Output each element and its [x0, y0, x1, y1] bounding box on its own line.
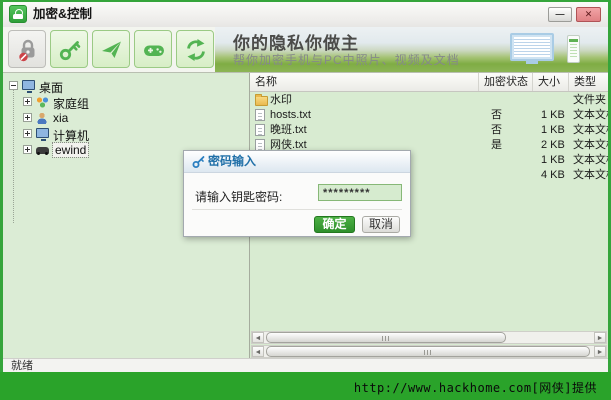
tree-connector-line: [13, 87, 14, 223]
scroll-left-icon[interactable]: ◄: [252, 332, 264, 343]
file-row[interactable]: 水印 文件夹: [250, 93, 608, 108]
cancel-button[interactable]: 取消: [362, 216, 400, 233]
panel-horizontal-scrollbar[interactable]: ◄ ►: [251, 345, 607, 358]
window-title: 加密&控制: [33, 2, 92, 27]
column-header-name[interactable]: 名称: [250, 73, 479, 91]
expand-icon[interactable]: [23, 97, 32, 106]
car-icon: [36, 147, 49, 154]
file-name: hosts.txt: [270, 108, 476, 123]
password-input[interactable]: [318, 184, 402, 201]
close-icon: ✕: [585, 9, 593, 19]
dialog-separator: [192, 209, 402, 210]
dialog-title: 密码输入: [208, 151, 256, 172]
text-file-icon: [255, 109, 265, 121]
list-header: 名称 加密状态 大小 类型: [250, 73, 608, 92]
tree-item-label[interactable]: ewind: [53, 143, 88, 157]
phone-illustration-icon: [567, 35, 580, 63]
file-row[interactable]: 晚班.txt 否 1 KB 文本文档: [250, 123, 608, 138]
refresh-icon: [184, 38, 208, 62]
password-label: 请输入钥匙密码:: [195, 188, 282, 205]
column-header-status[interactable]: 加密状态: [479, 73, 533, 91]
status-text: 就绪: [11, 360, 33, 372]
expand-icon[interactable]: [23, 113, 32, 122]
dialog-title-bar[interactable]: 密码输入: [184, 151, 410, 173]
file-type: 文本文档: [573, 138, 608, 153]
monitor-icon: [22, 80, 35, 90]
user-icon: [36, 112, 49, 124]
promo-banner: 你的隐私你做主 帮你加密手机与PC中照片、视频及文档: [215, 27, 608, 72]
file-status: [491, 153, 531, 168]
file-type: 文本文档: [573, 123, 608, 138]
list-horizontal-scrollbar[interactable]: ◄ ►: [251, 331, 607, 344]
file-size: 1 KB: [541, 123, 571, 138]
tree-item-label[interactable]: xia: [53, 111, 68, 125]
computer-icon: [36, 128, 49, 138]
app-logo-icon: [9, 5, 27, 23]
column-header-type[interactable]: 类型: [569, 73, 608, 91]
text-file-icon: [255, 124, 265, 136]
footer-bar: http://www.hackhome.com[网侠]提供: [0, 372, 611, 400]
file-type: 文本文档: [573, 108, 608, 123]
expand-icon[interactable]: [23, 145, 32, 154]
file-type: 文本文档: [573, 168, 608, 183]
scrollbar-thumb[interactable]: [266, 346, 590, 357]
file-size: 1 KB: [541, 108, 571, 123]
password-dialog: 密码输入 请输入钥匙密码: 确定 取消: [183, 150, 411, 237]
expand-icon[interactable]: [23, 129, 32, 138]
tree-item-label[interactable]: 家庭组: [53, 95, 89, 112]
column-header-size[interactable]: 大小: [533, 73, 569, 91]
minimize-icon: —: [556, 9, 565, 19]
file-name: 晚班.txt: [270, 123, 476, 138]
send-button[interactable]: [92, 30, 130, 68]
file-status: [491, 93, 531, 108]
homegroup-icon: [36, 96, 49, 108]
lock-button[interactable]: [8, 30, 46, 68]
banner-subheadline: 帮你加密手机与PC中照片、视频及文档: [233, 51, 460, 68]
file-size: 2 KB: [541, 138, 571, 153]
folder-icon: [255, 96, 268, 106]
key-blue-icon: [192, 155, 206, 169]
file-status: 否: [491, 108, 531, 123]
paper-plane-icon: [100, 38, 124, 62]
tree-item-label[interactable]: 桌面: [39, 79, 63, 96]
file-type: 文本文档: [573, 153, 608, 168]
file-name: 水印: [270, 93, 476, 108]
gamepad-icon: [142, 38, 166, 62]
file-size: [541, 93, 571, 108]
key-icon: [58, 38, 82, 62]
scroll-left-icon[interactable]: ◄: [252, 346, 264, 357]
file-type: 文件夹: [573, 93, 608, 108]
monitor-illustration-icon: [510, 33, 554, 61]
file-row[interactable]: hosts.txt 否 1 KB 文本文档: [250, 108, 608, 123]
minimize-button[interactable]: —: [548, 7, 572, 22]
games-button[interactable]: [134, 30, 172, 68]
refresh-button[interactable]: [176, 30, 214, 68]
collapse-icon[interactable]: [9, 81, 18, 90]
scroll-right-icon[interactable]: ►: [594, 346, 606, 357]
toolbar: 你的隐私你做主 帮你加密手机与PC中照片、视频及文档: [3, 27, 608, 72]
scrollbar-thumb[interactable]: [266, 332, 506, 343]
file-size: 4 KB: [541, 168, 571, 183]
file-size: 1 KB: [541, 153, 571, 168]
app-window: 加密&控制 — ✕: [0, 0, 611, 400]
file-status: [491, 168, 531, 183]
file-status: 是: [491, 138, 531, 153]
status-bar: 就绪: [3, 358, 608, 372]
footer-credit-text: http://www.hackhome.com[网侠]提供: [354, 379, 597, 396]
title-bar: 加密&控制 — ✕: [3, 2, 608, 28]
ok-button[interactable]: 确定: [314, 216, 355, 233]
file-status: 否: [491, 123, 531, 138]
lock-disabled-icon: [16, 38, 40, 62]
scroll-right-icon[interactable]: ►: [594, 332, 606, 343]
close-button[interactable]: ✕: [576, 7, 601, 22]
key-button[interactable]: [50, 30, 88, 68]
tree-item-label[interactable]: 计算机: [53, 127, 89, 144]
